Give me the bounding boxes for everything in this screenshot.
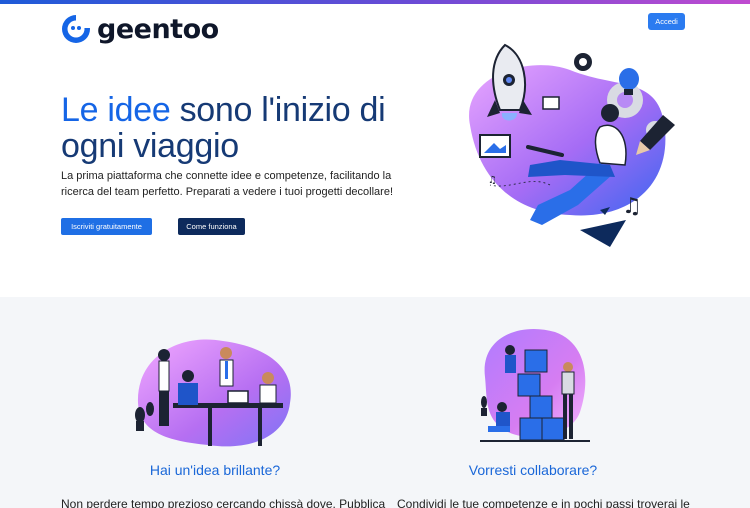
features-section [0, 297, 750, 508]
geentoo-logo-icon [62, 15, 91, 43]
hero-title-accent: Le idee [61, 91, 171, 129]
hero-illustration: ♫ ♫ [469, 43, 675, 247]
signup-button[interactable]: Iscriviti gratuitamente [61, 218, 152, 235]
svg-text:♫: ♫ [488, 175, 497, 186]
feature-title-collaborate: Vorresti collaborare? [468, 462, 598, 478]
site-logo[interactable]: geentoo [61, 12, 219, 46]
rocket-icon [487, 43, 532, 121]
feature-text-idea: Non perdere tempo prezioso cercando chis… [61, 497, 386, 508]
login-button[interactable]: Accedi [648, 13, 685, 30]
gear-icon [574, 53, 592, 71]
hero-title: Le idee sono l'inizio di ogni viaggio [61, 92, 441, 164]
how-it-works-button[interactable]: Come funziona [178, 218, 245, 235]
picture-icon [479, 134, 511, 158]
feature-text-collaborate: Condividi le tue competenze e in pochi p… [397, 497, 690, 508]
collaboration-illustration [480, 329, 590, 442]
team-meeting-illustration [135, 339, 291, 447]
hero-subtitle: La prima piattaforma che connette idee e… [61, 170, 394, 198]
top-accent-bar [0, 0, 750, 4]
logo-text: geentoo [97, 13, 219, 45]
svg-text:♫: ♫ [622, 194, 642, 219]
feature-title-idea: Hai un'idea brillante? [149, 462, 281, 478]
